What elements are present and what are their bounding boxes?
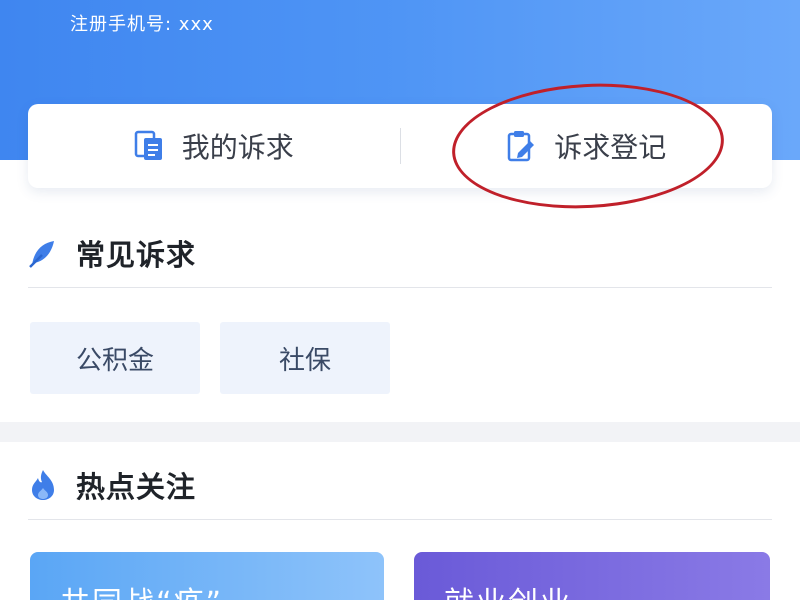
hot-topic-card-fight-epidemic[interactable]: 共同战“疫”	[30, 552, 384, 600]
clipboard-edit-icon	[506, 129, 536, 163]
hot-topic-card-employment[interactable]: 就业创业	[414, 552, 770, 600]
hot-topics-title: 热点关注	[76, 469, 197, 504]
flame-icon	[28, 468, 58, 502]
common-request-chips: 公积金 社保	[30, 322, 410, 394]
tab-card: 我的诉求 诉求登记	[28, 104, 772, 188]
document-icon	[134, 130, 164, 162]
section-separator	[0, 422, 800, 442]
tab-my-requests-label: 我的诉求	[181, 131, 294, 164]
hot-topics-header: 热点关注	[28, 450, 772, 520]
chip-social-insurance[interactable]: 社保	[220, 322, 390, 394]
hot-topic-card-label: 就业创业	[444, 586, 572, 600]
registered-phone: 注册手机号: xxx	[70, 14, 214, 35]
tab-request-registration[interactable]: 诉求登记	[401, 104, 773, 188]
feather-icon	[28, 237, 58, 269]
common-requests-title: 常见诉求	[76, 237, 197, 272]
hot-topic-card-label: 共同战“疫”	[60, 586, 223, 600]
chip-housing-fund[interactable]: 公积金	[30, 322, 200, 394]
tab-my-requests[interactable]: 我的诉求	[28, 104, 400, 188]
tab-request-registration-label: 诉求登记	[554, 131, 667, 164]
common-requests-header: 常见诉求	[28, 218, 772, 288]
